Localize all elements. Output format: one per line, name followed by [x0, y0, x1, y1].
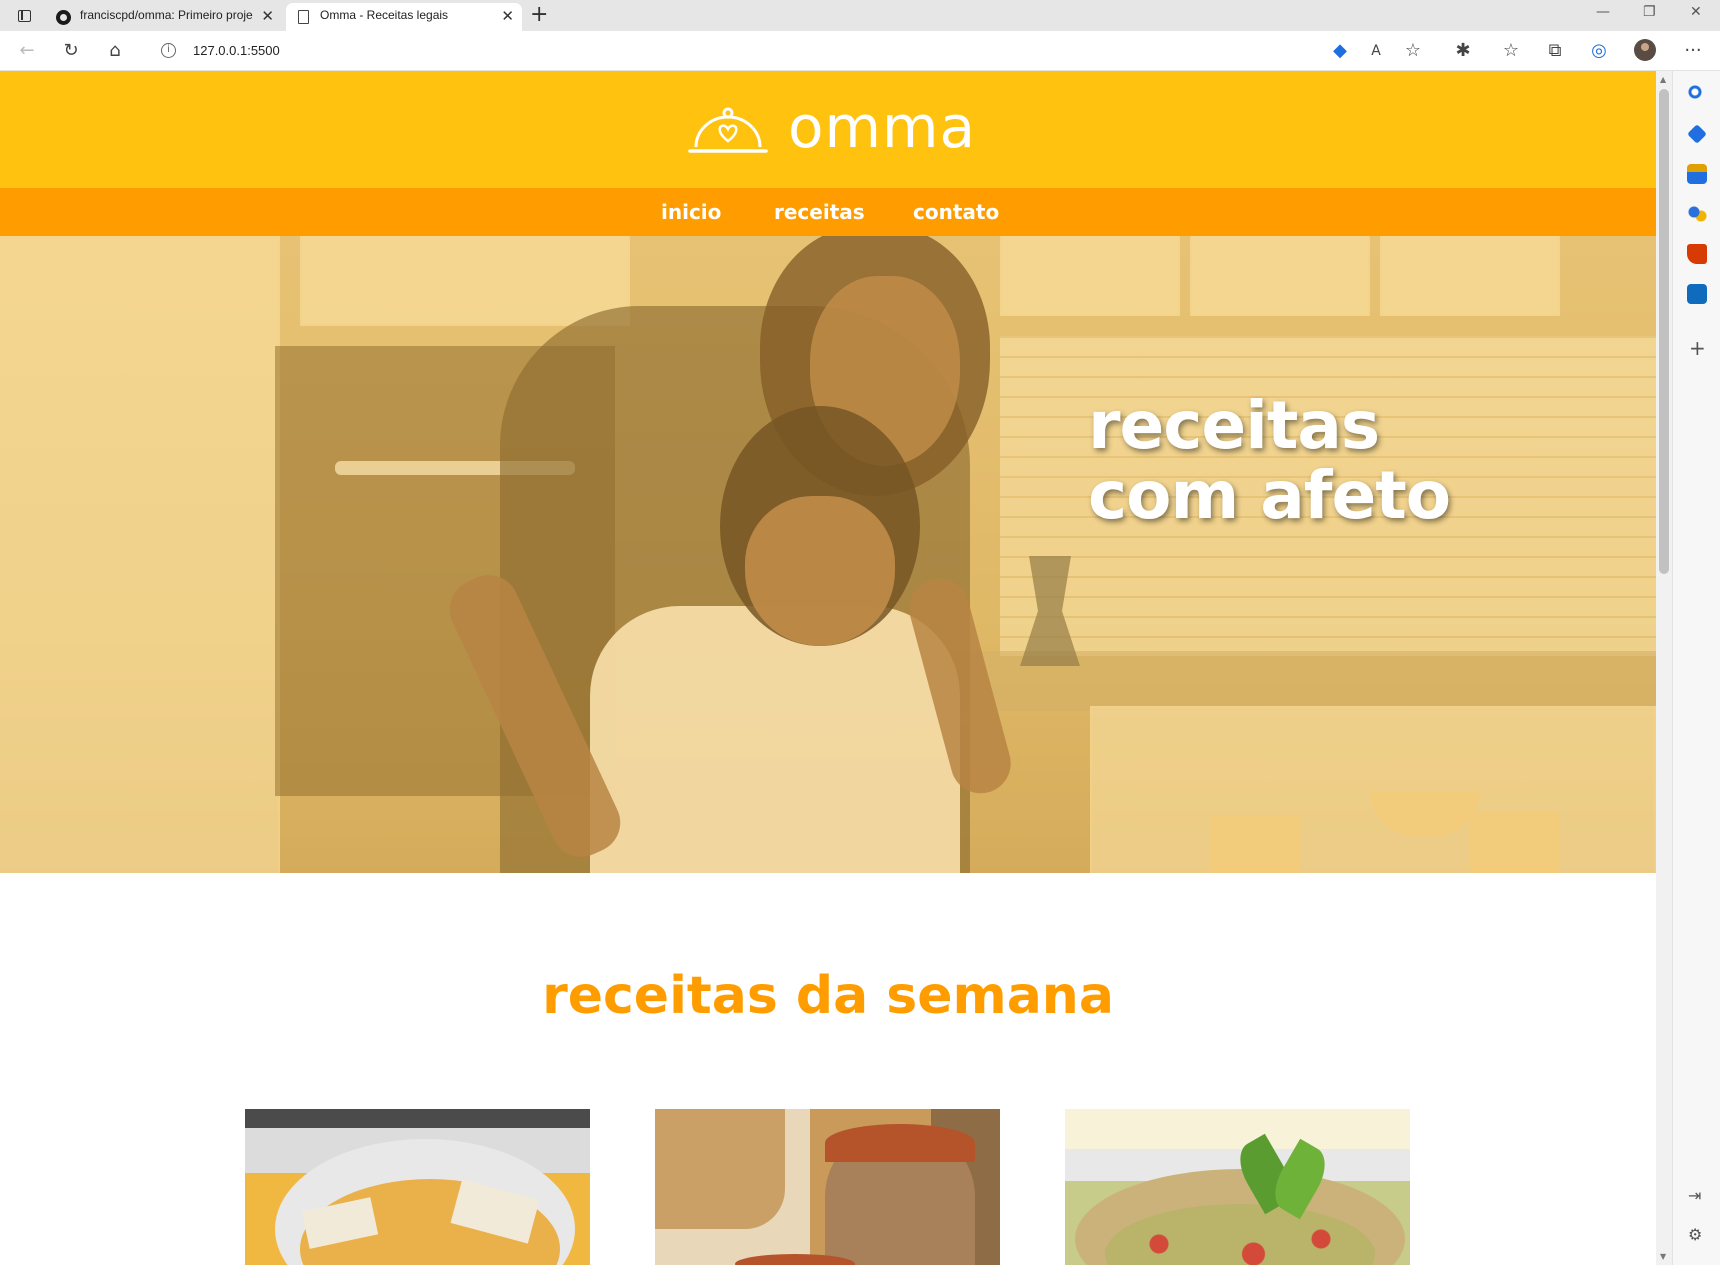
shopping-tag-icon[interactable]: ◆	[1327, 38, 1353, 64]
browser-tab-omma[interactable]: Omma - Receitas legais ✕	[286, 3, 522, 31]
tab-actions-icon[interactable]	[12, 6, 36, 26]
restore-button[interactable]: ❐	[1643, 4, 1656, 20]
browser-essentials-icon[interactable]: ◎	[1586, 38, 1612, 64]
nav-link-inicio[interactable]: inicio	[661, 200, 721, 224]
back-icon[interactable]: ←	[14, 38, 40, 64]
browser-sidebar: + ⇥ ⚙	[1672, 71, 1720, 1265]
more-icon[interactable]: ···	[1680, 38, 1706, 64]
office-icon[interactable]	[1687, 244, 1707, 264]
add-sidebar-app-icon[interactable]: +	[1689, 336, 1706, 360]
search-icon[interactable]	[1687, 84, 1707, 104]
brand-logo[interactable]: omma	[788, 93, 976, 161]
recipe-card-risotto[interactable]	[245, 1109, 590, 1265]
hero-title-line-2: com afeto	[1088, 457, 1451, 534]
extensions-icon[interactable]: ✱	[1450, 38, 1476, 64]
site-info-icon[interactable]: i	[161, 43, 176, 58]
outlook-icon[interactable]	[1687, 284, 1707, 304]
profile-avatar[interactable]	[1634, 39, 1656, 61]
recipe-card-cake[interactable]	[655, 1109, 1000, 1265]
tools-icon[interactable]	[1687, 164, 1707, 184]
address-bar[interactable]: i 127.0.0.1:5500	[145, 36, 1325, 66]
close-tab-icon[interactable]: ✕	[261, 7, 274, 25]
url-text[interactable]: 127.0.0.1:5500	[193, 43, 280, 58]
tab-title: Omma - Receitas legais	[320, 8, 449, 22]
browser-tab-github[interactable]: franciscpd/omma: Primeiro proje ✕	[46, 3, 282, 31]
add-favorite-icon[interactable]: ☆	[1400, 38, 1426, 64]
read-aloud-icon[interactable]: A	[1363, 38, 1389, 64]
nav-link-receitas[interactable]: receitas	[774, 200, 865, 224]
nav-link-contato[interactable]: contato	[913, 200, 999, 224]
scroll-up-icon[interactable]: ▲	[1660, 75, 1666, 84]
recipe-card-tabbouleh[interactable]	[1065, 1109, 1410, 1265]
new-tab-button[interactable]: +	[530, 2, 548, 27]
page-viewport: omma inicio receitas contato receitas co…	[0, 71, 1656, 1265]
browser-tab-bar: franciscpd/omma: Primeiro proje ✕ Omma -…	[0, 0, 1720, 31]
scroll-down-icon[interactable]: ▼	[1660, 1252, 1666, 1261]
refresh-icon[interactable]: ↻	[58, 38, 84, 64]
close-tab-icon[interactable]: ✕	[501, 7, 514, 25]
scrollbar-thumb[interactable]	[1659, 89, 1669, 574]
favorites-icon[interactable]: ☆	[1498, 38, 1524, 64]
shopping-icon[interactable]	[1687, 124, 1707, 144]
browser-toolbar: ← ↻ ⌂ i 127.0.0.1:5500 ◆ A ☆ ✱ ☆ ⧉ ◎ ···	[0, 31, 1720, 71]
hero-banner: receitas com afeto	[0, 236, 1656, 873]
collections-icon[interactable]: ⧉	[1542, 38, 1568, 64]
page-scrollbar[interactable]: ▲ ▼	[1656, 71, 1672, 1265]
site-header: omma	[0, 71, 1656, 188]
hero-title-line-1: receitas	[1088, 387, 1380, 464]
hide-sidebar-icon[interactable]: ⇥	[1688, 1186, 1701, 1205]
hero-title: receitas com afeto	[1088, 391, 1451, 534]
tab-title: franciscpd/omma: Primeiro proje	[80, 8, 253, 22]
sidebar-settings-icon[interactable]: ⚙	[1688, 1225, 1702, 1244]
games-icon[interactable]	[1687, 204, 1707, 224]
page-icon	[298, 10, 309, 24]
home-icon[interactable]: ⌂	[102, 38, 128, 64]
main-nav: inicio receitas contato	[0, 188, 1656, 236]
cloche-heart-icon	[688, 107, 768, 153]
github-icon	[56, 10, 71, 25]
close-window-button[interactable]: ✕	[1690, 4, 1702, 20]
minimize-button[interactable]: —	[1596, 4, 1610, 20]
section-title: receitas da semana	[542, 966, 1114, 1026]
